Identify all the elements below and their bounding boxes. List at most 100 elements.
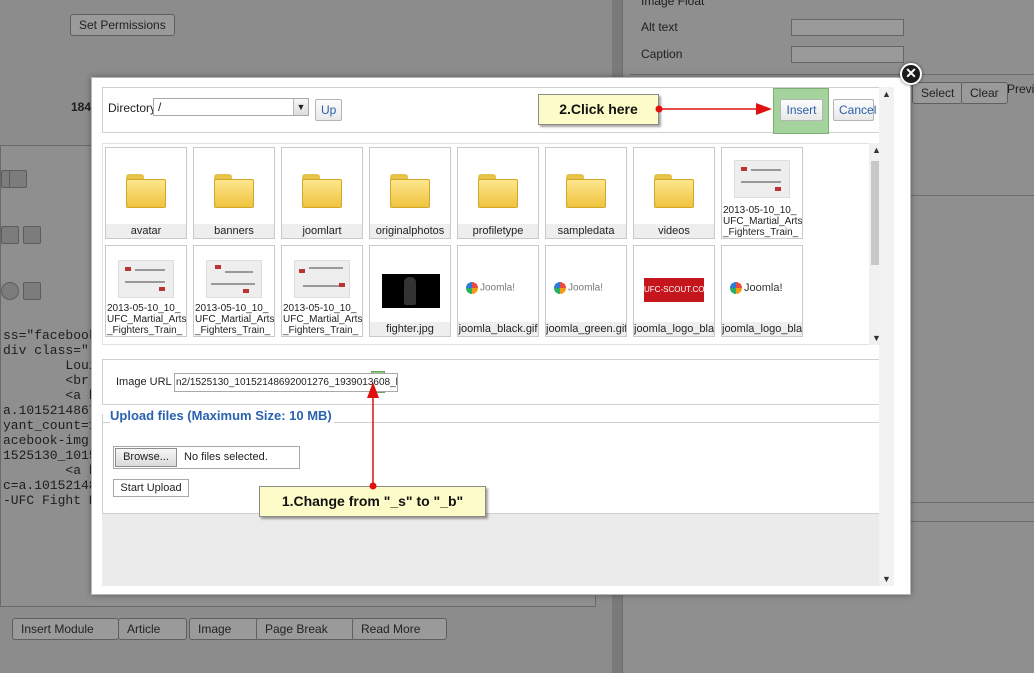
image-thumbnail (118, 260, 174, 298)
list-icon[interactable] (1, 226, 19, 244)
file-status: No files selected. (184, 451, 268, 463)
directory-toolbar: Directory / ▼ Up Insert Cancel (102, 87, 885, 134)
step1-callout: 1.Change from "_s" to "_b" (259, 486, 486, 517)
folder-item[interactable]: sampledata (545, 147, 627, 239)
chevron-down-icon[interactable]: ▼ (293, 99, 308, 115)
code-line: acebook-img (3, 433, 89, 448)
image-button[interactable]: Image (189, 618, 261, 640)
image-url-row: Image URL n2/1525130_10152148692001276_1… (102, 359, 885, 405)
ufc-scout-logo: UFC-SCOUT.COM (644, 278, 711, 302)
alt-text-input[interactable] (791, 19, 904, 36)
save-icon[interactable] (9, 170, 27, 188)
divider (630, 74, 1034, 75)
folder-item[interactable]: banners (193, 147, 275, 239)
folder-item[interactable]: originalphotos (369, 147, 451, 239)
folder-icon (126, 174, 166, 208)
start-upload-button[interactable]: Start Upload (113, 479, 189, 497)
caption-input[interactable] (791, 46, 904, 63)
folder-item[interactable]: profiletype (457, 147, 539, 239)
code-line: <a h (3, 463, 97, 478)
directory-value: / (158, 100, 162, 114)
code-line: 1525130_1015 (3, 448, 97, 463)
folder-icon (390, 174, 430, 208)
image-float-label: Image Float (641, 0, 705, 8)
folder-item[interactable]: avatar (105, 147, 187, 239)
folder-icon (478, 174, 518, 208)
scroll-up-icon[interactable]: ▲ (882, 89, 891, 99)
item-label: fighter.jpg (370, 322, 450, 336)
folder-icon (302, 174, 342, 208)
code-line: <br (3, 373, 89, 388)
cancel-button[interactable]: Cancel (833, 99, 876, 121)
image-item[interactable]: Joomla! joomla_black.gif (457, 245, 539, 337)
item-label: 2013-05-10_10_ UFC_Martial_Arts _Fighter… (722, 205, 802, 238)
set-permissions-button[interactable]: Set Permissions (70, 14, 175, 36)
code-line: -UFC Fight N (3, 493, 97, 508)
image-item[interactable]: 2013-05-10_10_ UFC_Martial_Arts _Fighter… (281, 245, 363, 337)
directory-label: Directory (108, 101, 157, 115)
article-button[interactable]: Article (118, 618, 188, 640)
item-label: joomla_green.gif (546, 322, 626, 336)
item-label: videos (634, 224, 714, 238)
joomla-logo: Joomla! (466, 282, 532, 298)
item-label: sampledata (546, 224, 626, 238)
list-icon[interactable] (23, 226, 41, 244)
step2-callout: 2.Click here (538, 94, 659, 125)
upload-title: Upload files (Maximum Size: 10 MB) (110, 408, 332, 423)
number-fragment: 184 (71, 100, 92, 114)
select-button[interactable]: Select (912, 82, 964, 104)
code-line: ss="facebook (3, 328, 97, 343)
file-grid: avatar banners joomlart originalphotos p… (102, 143, 885, 345)
image-item[interactable]: 2013-05-10_10_ UFC_Martial_Arts _Fighter… (193, 245, 275, 337)
image-item[interactable]: 2013-05-10_10_ UFC_Martial_Arts _Fighter… (105, 245, 187, 337)
divider (334, 422, 885, 423)
image-manager-content: Directory / ▼ Up Insert Cancel avatar ba… (102, 87, 894, 586)
item-label: joomla_logo_blac (634, 322, 714, 336)
image-item[interactable]: Joomla! joomla_logo_blac (721, 245, 803, 337)
clear-button[interactable]: Clear (961, 82, 1008, 104)
empty-area (102, 514, 885, 586)
close-icon[interactable]: ✕ (900, 63, 922, 85)
preview-label: Previ (1007, 82, 1034, 96)
image-item[interactable]: Joomla! joomla_green.gif (545, 245, 627, 337)
image-url-input[interactable]: n2/1525130_10152148692001276_1939013608_… (174, 373, 398, 392)
code-line: Loui (3, 358, 97, 373)
folder-item[interactable]: joomlart (281, 147, 363, 239)
folder-item[interactable]: videos (633, 147, 715, 239)
image-item[interactable]: 2013-05-10_10_ UFC_Martial_Arts _Fighter… (721, 147, 803, 239)
code-line: c=a.10152148 (3, 478, 97, 493)
image-thumbnail (734, 160, 790, 198)
item-label: banners (194, 224, 274, 238)
item-label: originalphotos (370, 224, 450, 238)
alt-text-label: Alt text (641, 20, 678, 34)
folder-icon (566, 174, 606, 208)
item-label: joomla_black.gif (458, 322, 538, 336)
divider (102, 422, 110, 423)
code-line: yant_count=1 (3, 418, 97, 433)
item-label: joomla_logo_blac (722, 322, 802, 336)
item-label: 2013-05-10_10_ UFC_Martial_Arts _Fighter… (194, 303, 274, 336)
joomla-logo: Joomla! (730, 282, 796, 298)
file-picker[interactable]: Browse... No files selected. (113, 446, 300, 469)
directory-select[interactable]: / ▼ (153, 98, 309, 116)
page-break-button[interactable]: Page Break (256, 618, 355, 640)
up-button[interactable]: Up (315, 99, 343, 121)
item-label: profiletype (458, 224, 538, 238)
folder-icon (214, 174, 254, 208)
code-line: <a h (3, 388, 97, 403)
image-manager-modal: Directory / ▼ Up Insert Cancel avatar ba… (91, 77, 911, 595)
image-thumbnail (294, 260, 350, 298)
insert-button[interactable]: Insert (780, 99, 823, 121)
image-item[interactable]: UFC-SCOUT.COM joomla_logo_blac (633, 245, 715, 337)
info-icon[interactable] (1, 282, 19, 300)
fighter-thumbnail (382, 274, 440, 308)
browse-button[interactable]: Browse... (115, 448, 177, 467)
image-url-label: Image URL (116, 376, 172, 388)
media-icon[interactable] (23, 282, 41, 300)
insert-module-button[interactable]: Insert Module (12, 618, 119, 640)
image-item[interactable]: fighter.jpg (369, 245, 451, 337)
scroll-down-icon[interactable]: ▼ (882, 574, 891, 584)
read-more-button[interactable]: Read More (352, 618, 448, 640)
image-thumbnail (206, 260, 262, 298)
modal-scrollbar[interactable]: ▲ ▼ (879, 87, 894, 586)
